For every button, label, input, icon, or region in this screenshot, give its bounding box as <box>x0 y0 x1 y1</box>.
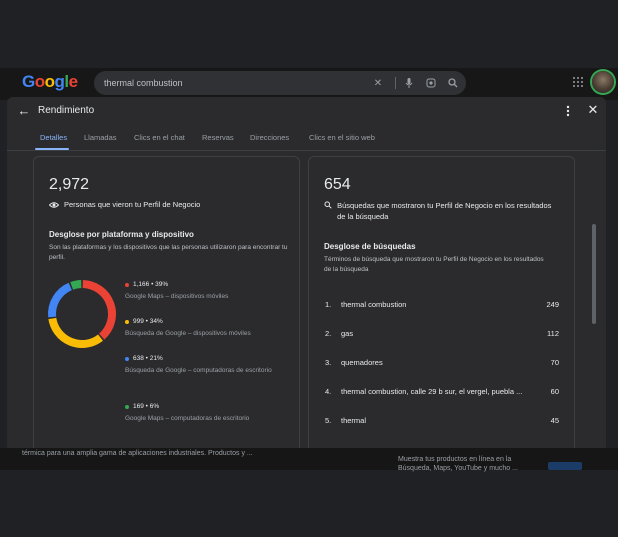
profile-views-card: 2,972 Personas que vieron tu Perfil de N… <box>33 156 300 448</box>
searches-card: 654 Búsquedas que mostraron tu Perfil de… <box>308 156 575 448</box>
search-input[interactable]: thermal combustion <box>104 78 369 88</box>
legend-label: Búsqueda de Google – computadoras de esc… <box>125 367 272 374</box>
legend-dot <box>125 282 129 287</box>
microphone-icon[interactable] <box>400 74 418 92</box>
search-term-count: 45 <box>550 416 559 425</box>
search-breakdown-title: Desglose de búsquedas <box>324 242 416 251</box>
donut-segment <box>70 280 82 290</box>
logo-letter: o <box>34 72 45 91</box>
search-term-rank: 5. <box>325 416 332 425</box>
logo-letter: g <box>54 72 65 91</box>
result-snippet: térmica para una amplia gama de aplicaci… <box>22 450 253 457</box>
search-icon <box>324 201 332 209</box>
search-box[interactable]: thermal combustion ✕ <box>94 71 466 95</box>
donut-segment <box>48 282 73 318</box>
action-chip[interactable] <box>548 462 582 470</box>
back-arrow-icon[interactable]: ← <box>17 104 31 118</box>
searches-caption-row: Búsquedas que mostraron tu Perfil de Neg… <box>324 200 554 222</box>
more-options-icon[interactable] <box>563 104 573 118</box>
search-term-rank: 4. <box>325 387 332 396</box>
legend-dot <box>125 319 129 324</box>
legend-value: 638 • 21% <box>133 355 163 362</box>
logo-letter: o <box>44 72 55 91</box>
platform-breakdown-desc: Son las plataformas y los dispositivos q… <box>49 244 288 261</box>
logo-letter: e <box>68 72 78 91</box>
clear-icon[interactable]: ✕ <box>369 74 387 92</box>
dialog-header: ← Rendimiento ✕ <box>7 97 606 125</box>
donut-segment <box>48 317 104 348</box>
ad-snippet: Muestra tus productos en línea en la Bús… <box>398 456 518 472</box>
camera-lens-icon[interactable] <box>422 74 440 92</box>
search-breakdown-desc: Términos de búsqueda que mostraron tu Pe… <box>324 256 544 273</box>
legend-item: 169 • 6% Google Maps – computadoras de e… <box>125 403 285 424</box>
profile-views-caption: Personas que vieron tu Perfil de Negocio <box>64 200 201 209</box>
tab-llamadas[interactable]: Llamadas <box>84 133 117 142</box>
legend-value: 999 • 34% <box>133 318 163 325</box>
tab-bar: Detalles Llamadas Clics en el chat Reser… <box>7 125 606 151</box>
legend-label: Búsqueda de Google – dispositivos móvile… <box>125 330 251 337</box>
search-term: thermal combustion, calle 29 b sur, el v… <box>341 387 523 396</box>
tab-reservas[interactable]: Reservas <box>202 133 234 142</box>
search-divider <box>395 77 396 89</box>
legend-value: 1,166 • 39% <box>133 281 169 288</box>
search-term-count: 112 <box>547 329 559 338</box>
platform-donut-chart <box>48 280 116 348</box>
search-term-count: 70 <box>550 358 559 367</box>
platform-breakdown-title: Desglose por plataforma y dispositivo <box>49 230 194 239</box>
profile-views-total: 2,972 <box>49 176 90 193</box>
search-term: gas <box>341 329 354 338</box>
active-tab-indicator <box>35 148 69 150</box>
search-term: thermal <box>341 416 367 425</box>
tab-clics-chat[interactable]: Clics en el chat <box>134 133 185 142</box>
eye-icon <box>49 202 59 208</box>
legend-item: 638 • 21% Búsqueda de Google – computado… <box>125 355 275 376</box>
search-term-rank: 3. <box>325 358 332 367</box>
tab-clics-sitio[interactable]: Clics en el sitio web <box>309 133 375 142</box>
legend-item: 999 • 34% Búsqueda de Google – dispositi… <box>125 318 285 339</box>
legend-item: 1,166 • 39% Google Maps – dispositivos m… <box>125 281 285 302</box>
tab-detalles[interactable]: Detalles <box>40 133 67 142</box>
legend-value: 169 • 6% <box>133 403 160 410</box>
search-term: thermal combustion <box>341 300 407 309</box>
search-term-count: 60 <box>550 387 559 396</box>
legend-dot <box>125 404 129 409</box>
legend-label: Google Maps – dispositivos móviles <box>125 293 229 300</box>
scrollbar-track[interactable] <box>598 153 604 448</box>
searches-total: 654 <box>324 176 351 193</box>
apps-grid-icon[interactable] <box>572 76 584 88</box>
scrollbar-thumb[interactable] <box>592 224 596 324</box>
tab-direcciones[interactable]: Direcciones <box>250 133 289 142</box>
search-term-rank: 2. <box>325 329 332 338</box>
legend-dot <box>125 356 129 361</box>
donut-segment <box>82 280 116 340</box>
search-term-rank: 1. <box>325 300 332 309</box>
legend-label: Google Maps – computadoras de escritorio <box>125 415 250 422</box>
searches-caption: Búsquedas que mostraron tu Perfil de Neg… <box>337 201 552 221</box>
top-background <box>0 0 618 68</box>
avatar[interactable] <box>592 71 614 93</box>
close-icon[interactable]: ✕ <box>586 103 600 117</box>
search-term-count: 249 <box>546 300 559 309</box>
performance-dialog: ← Rendimiento ✕ Detalles Llamadas Clics … <box>7 97 606 448</box>
profile-views-caption-row: Personas que vieron tu Perfil de Negocio <box>49 200 200 210</box>
search-icon[interactable] <box>444 74 462 92</box>
dialog-title: Rendimiento <box>38 105 95 116</box>
search-term: quemadores <box>341 358 383 367</box>
google-logo[interactable]: Google <box>22 72 78 92</box>
logo-letter: G <box>22 72 35 91</box>
